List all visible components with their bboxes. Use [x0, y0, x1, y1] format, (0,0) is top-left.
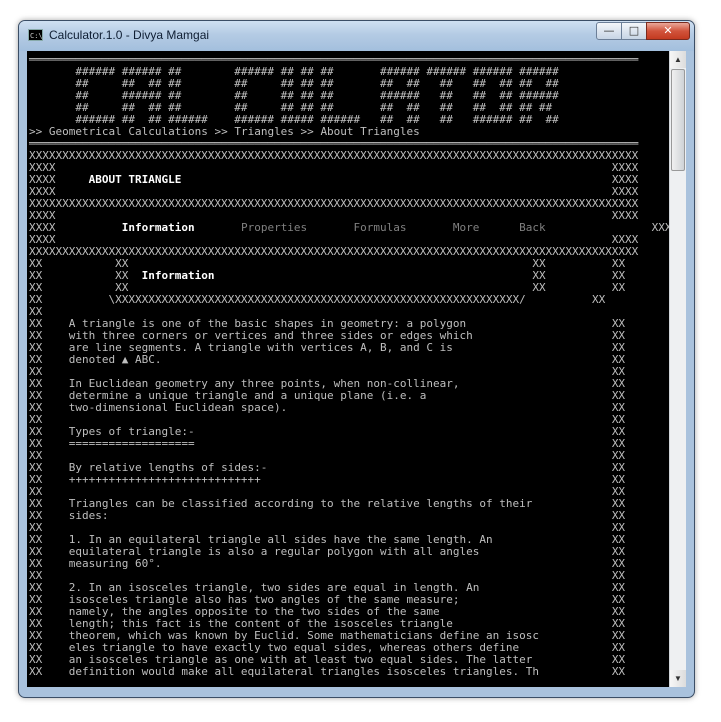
content-line: definition would make all equilateral tr…	[68, 665, 539, 678]
console-text: ════════════════════════════════════════…	[29, 54, 669, 678]
window-controls: — □ ✕	[596, 22, 690, 40]
scroll-up-arrow-icon[interactable]: ▲	[670, 51, 686, 68]
menu-item-more[interactable]: More	[453, 221, 480, 234]
console-screen[interactable]: ════════════════════════════════════════…	[27, 51, 669, 687]
content-frame-edge: XX	[611, 281, 626, 294]
console-window: C:\ Calculator.1.0 - Divya Mamgai — □ ✕ …	[18, 20, 695, 698]
info-box-edge: XX	[532, 281, 546, 294]
menu-item-formulas[interactable]: Formulas	[354, 221, 407, 234]
title-bar[interactable]: C:\ Calculator.1.0 - Divya Mamgai — □ ✕	[19, 21, 694, 51]
menu-item-back[interactable]: Back	[519, 221, 546, 234]
content-line: ===================	[68, 437, 195, 450]
info-box-heading: Information	[141, 269, 215, 282]
title-box-edge: XXXX	[611, 209, 639, 222]
section-heading: ABOUT TRIANGLE	[88, 173, 182, 186]
content-line: +++++++++++++++++++++++++++++	[68, 473, 261, 486]
close-button[interactable]: ✕	[646, 22, 690, 40]
content-line: sides:	[68, 509, 109, 522]
box-border: XXXXXXXXXXXXXXXXXXXXXXXXXXXXXXXXXXXXXXXX…	[29, 197, 639, 210]
maximize-button[interactable]: □	[621, 22, 647, 40]
menu-item-properties[interactable]: Properties	[241, 221, 307, 234]
content-body: XX A triangle is one of the basic shapes…	[29, 317, 625, 678]
minimize-button[interactable]: —	[596, 22, 622, 40]
info-box-bottom: \XXXXXXXXXXXXXXXXXXXXXXXXXXXXXXXXXXXXXXX…	[108, 293, 526, 306]
scroll-down-arrow-icon[interactable]: ▼	[670, 670, 686, 687]
content-line: Triangles can be classified according to…	[68, 497, 533, 510]
title-box-edge: XXXX	[651, 221, 669, 234]
scrollbar-thumb[interactable]	[671, 69, 685, 171]
content-frame-edge: XX	[591, 293, 606, 306]
content-frame-edge: XX	[29, 665, 43, 678]
content-line: denoted ▲ ABC.	[68, 353, 162, 366]
content-line: measuring 60°.	[68, 557, 162, 570]
box-border: XXXXXXXXXXXXXXXXXXXXXXXXXXXXXXXXXXXXXXXX…	[29, 149, 639, 162]
window-title: Calculator.1.0 - Divya Mamgai	[49, 28, 210, 42]
console-app-icon[interactable]: C:\	[28, 29, 43, 41]
menu-item-information[interactable]: Information	[122, 221, 195, 234]
content-line: two-dimensional Euclidean space).	[68, 401, 288, 414]
content-frame-edge: XX	[611, 665, 626, 678]
vertical-scrollbar[interactable]: ▲ ▼	[669, 51, 686, 687]
